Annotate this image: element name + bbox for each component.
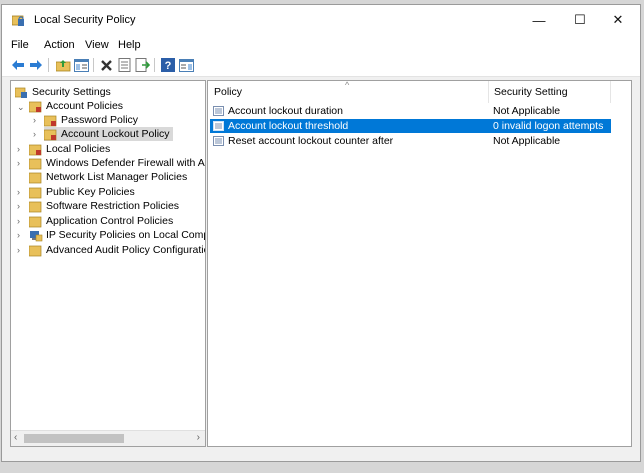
tree-label: Application Control Policies: [46, 215, 174, 227]
column-header-policy[interactable]: Policy: [208, 81, 494, 103]
policy-setting-icon: [213, 121, 224, 131]
policy-setting-value: Not Applicable: [493, 105, 561, 117]
tree-item-software-restriction-policies[interactable]: Software Restriction Policies: [28, 199, 180, 213]
app-window: Local Security Policy — ☐ ✕ File Action …: [1, 4, 641, 462]
console-tree-icon[interactable]: [178, 57, 194, 73]
tree-item-account-policies[interactable]: Account Policies: [28, 99, 124, 113]
tree-label: Password Policy: [61, 114, 139, 126]
column-header-security-setting[interactable]: Security Setting: [489, 81, 614, 103]
chevron-right-icon[interactable]: ›: [17, 217, 25, 226]
sort-ascending-icon: ^: [345, 80, 350, 90]
folder-lock-icon: [28, 144, 43, 155]
chevron-right-icon[interactable]: ›: [17, 188, 25, 197]
chevron-right-icon[interactable]: ›: [17, 202, 25, 211]
policy-name: Reset account lockout counter after: [228, 135, 394, 147]
toolbar: ?: [2, 54, 640, 77]
tree-item-password-policy[interactable]: Password Policy: [43, 113, 139, 127]
policy-setting-value: 0 invalid logon attempts: [493, 120, 604, 132]
column-divider[interactable]: [610, 81, 611, 103]
menu-view[interactable]: View: [85, 39, 109, 51]
security-settings-icon: [14, 87, 29, 98]
console-tree[interactable]: Security Settings ⌄ Account Policies › P…: [10, 80, 206, 447]
policy-name: Account lockout threshold: [228, 120, 349, 132]
tree-label: Account Policies: [46, 100, 124, 112]
tree-label: Account Lockout Policy: [61, 128, 170, 140]
toolbar-separator: [48, 58, 49, 72]
scroll-right-arrow-icon[interactable]: ›: [197, 432, 200, 443]
tree-label: IP Security Policies on Local Compute: [46, 229, 205, 241]
tree-label: Advanced Audit Policy Configuration: [46, 244, 206, 256]
title-bar[interactable]: Local Security Policy — ☐ ✕: [2, 5, 640, 35]
tree-label: Public Key Policies: [46, 186, 135, 198]
folder-icon: [28, 245, 43, 256]
show-hide-tree-icon[interactable]: [73, 57, 89, 73]
tree-item-local-policies[interactable]: Local Policies: [28, 142, 111, 156]
tree-item-windows-defender-firewall[interactable]: Windows Defender Firewall with Adva: [28, 156, 206, 170]
tree-item-network-list-manager[interactable]: Network List Manager Policies: [28, 170, 188, 184]
close-button[interactable]: ✕: [599, 5, 637, 35]
toolbar-separator: [93, 58, 94, 72]
chevron-right-icon[interactable]: ›: [17, 159, 25, 168]
policy-setting-value: Not Applicable: [493, 135, 561, 147]
menu-bar: File Action View Help: [2, 35, 640, 54]
folder-lock-icon: [43, 115, 58, 126]
tree-item-advanced-audit-policy[interactable]: Advanced Audit Policy Configuration: [28, 243, 206, 257]
menu-help[interactable]: Help: [118, 39, 141, 51]
folder-lock-icon: [28, 101, 43, 112]
delete-icon[interactable]: [98, 57, 114, 73]
scroll-left-arrow-icon[interactable]: ‹: [14, 432, 17, 443]
folder-icon: [28, 158, 43, 169]
maximize-button[interactable]: ☐: [561, 5, 599, 35]
folder-icon: [28, 172, 43, 183]
folder-icon: [28, 216, 43, 227]
menu-file[interactable]: File: [11, 39, 29, 51]
column-header-label: Policy: [214, 86, 243, 98]
svg-text:?: ?: [165, 60, 172, 72]
policy-name: Account lockout duration: [228, 105, 343, 117]
tree-label: Network List Manager Policies: [46, 171, 188, 183]
back-icon[interactable]: [10, 57, 26, 73]
folder-icon: [28, 201, 43, 212]
tree-item-public-key-policies[interactable]: Public Key Policies: [28, 185, 135, 199]
folder-icon: [28, 187, 43, 198]
toolbar-separator: [154, 58, 155, 72]
minimize-button[interactable]: —: [520, 5, 558, 35]
tree-label: Windows Defender Firewall with Adva: [46, 157, 206, 169]
scrollbar-thumb[interactable]: [24, 434, 124, 443]
chevron-right-icon[interactable]: ›: [17, 231, 25, 240]
ip-security-icon: [29, 230, 43, 241]
properties-icon[interactable]: [116, 57, 132, 73]
tree-label: Security Settings: [32, 86, 111, 98]
forward-icon[interactable]: [28, 57, 44, 73]
folder-lock-icon: [43, 129, 58, 140]
help-icon[interactable]: ?: [160, 57, 176, 73]
table-row-selected[interactable]: Account lockout threshold 0 invalid logo…: [210, 119, 611, 133]
tree-root-security-settings[interactable]: Security Settings: [14, 85, 111, 99]
security-policy-app-icon: [11, 14, 26, 27]
chevron-right-icon[interactable]: ›: [33, 116, 41, 125]
chevron-down-icon[interactable]: ⌄: [17, 103, 25, 112]
horizontal-scrollbar[interactable]: ‹ ›: [11, 430, 205, 446]
chevron-right-icon[interactable]: ›: [17, 145, 25, 154]
menu-action[interactable]: Action: [44, 39, 75, 51]
table-row[interactable]: Reset account lockout counter after Not …: [210, 134, 611, 148]
up-folder-icon[interactable]: [55, 57, 71, 73]
tree-label: Local Policies: [46, 143, 111, 155]
table-row[interactable]: Account lockout duration Not Applicable: [210, 104, 611, 118]
tree-item-ip-security-policies[interactable]: IP Security Policies on Local Compute: [29, 228, 205, 242]
column-header-label: Security Setting: [494, 86, 568, 98]
tree-item-account-lockout-policy[interactable]: Account Lockout Policy: [43, 127, 173, 141]
chevron-right-icon[interactable]: ›: [17, 246, 25, 255]
tree-item-application-control-policies[interactable]: Application Control Policies: [28, 214, 174, 228]
tree-label: Software Restriction Policies: [46, 200, 180, 212]
policy-list[interactable]: Policy ^ Security Setting Account lockou…: [207, 80, 632, 447]
export-list-icon[interactable]: [134, 57, 150, 73]
chevron-right-icon[interactable]: ›: [33, 130, 41, 139]
policy-setting-icon: [213, 106, 224, 116]
window-title: Local Security Policy: [34, 14, 136, 26]
policy-setting-icon: [213, 136, 224, 146]
